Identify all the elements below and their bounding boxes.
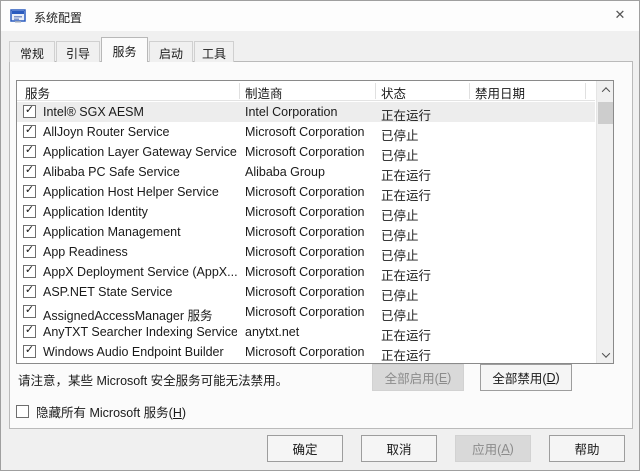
apply-button: 应用(A) bbox=[455, 435, 531, 462]
checkbox-checked-icon[interactable]: ✓ bbox=[23, 105, 36, 118]
tab-startup[interactable]: 启动 bbox=[149, 41, 193, 62]
service-name: AllJoyn Router Service bbox=[43, 125, 237, 139]
close-icon: ✕ bbox=[615, 7, 626, 23]
service-name: App Readiness bbox=[43, 245, 237, 259]
service-name: Application Host Helper Service bbox=[43, 185, 237, 199]
tab-bar: 常规 引导 服务 启动 工具 bbox=[9, 39, 235, 62]
chevron-down-icon bbox=[601, 349, 609, 357]
tab-boot[interactable]: 引导 bbox=[56, 41, 100, 62]
services-tab-page: 服务 制造商 状态 禁用日期 ✓ Intel® SGX AESM Intel C… bbox=[9, 61, 633, 429]
checkbox-checked-icon[interactable]: ✓ bbox=[23, 225, 36, 238]
checkbox-checked-icon[interactable]: ✓ bbox=[23, 245, 36, 258]
scroll-up-button[interactable] bbox=[597, 81, 614, 98]
service-manufacturer: Microsoft Corporation bbox=[245, 225, 373, 239]
service-manufacturer: Microsoft Corporation bbox=[245, 245, 373, 259]
ok-button[interactable]: 确定 bbox=[267, 435, 343, 462]
services-table: 服务 制造商 状态 禁用日期 ✓ Intel® SGX AESM Intel C… bbox=[16, 80, 614, 364]
column-divider[interactable] bbox=[239, 83, 240, 99]
msconfig-app-icon bbox=[10, 8, 26, 24]
service-row[interactable]: ✓ Windows Audio Endpoint Builder Microso… bbox=[17, 342, 595, 362]
service-name: Application Management bbox=[43, 225, 237, 239]
service-manufacturer: Microsoft Corporation bbox=[245, 265, 373, 279]
checkbox-unchecked-icon[interactable] bbox=[16, 405, 29, 418]
service-name: AnyTXT Searcher Indexing Service bbox=[43, 325, 237, 339]
service-row[interactable]: ✓ Alibaba PC Safe Service Alibaba Group … bbox=[17, 162, 595, 182]
service-row[interactable]: ✓ Intel® SGX AESM Intel Corporation 正在运行 bbox=[17, 102, 595, 122]
service-row[interactable]: ✓ AllJoyn Router Service Microsoft Corpo… bbox=[17, 122, 595, 142]
service-manufacturer: Microsoft Corporation bbox=[245, 125, 373, 139]
column-header-service[interactable]: 服务 bbox=[25, 83, 50, 102]
service-name: Alibaba PC Safe Service bbox=[43, 165, 237, 179]
checkbox-checked-icon[interactable]: ✓ bbox=[23, 345, 36, 358]
disable-all-button[interactable]: 全部禁用(D) bbox=[480, 364, 572, 391]
services-table-body: ✓ Intel® SGX AESM Intel Corporation 正在运行… bbox=[17, 102, 595, 363]
service-row[interactable]: ✓ Application Identity Microsoft Corpora… bbox=[17, 202, 595, 222]
column-header-status[interactable]: 状态 bbox=[381, 83, 406, 102]
hide-microsoft-services-checkbox[interactable]: 隐藏所有 Microsoft 服务(H) bbox=[16, 402, 186, 421]
close-button[interactable]: ✕ bbox=[601, 1, 639, 29]
scroll-down-button[interactable] bbox=[597, 346, 614, 363]
checkbox-checked-icon[interactable]: ✓ bbox=[23, 305, 36, 318]
vertical-scrollbar[interactable] bbox=[596, 81, 613, 363]
title-bar[interactable]: 系统配置 ✕ bbox=[1, 1, 639, 31]
service-row[interactable]: ✓ Application Layer Gateway Service Micr… bbox=[17, 142, 595, 162]
checkbox-checked-icon[interactable]: ✓ bbox=[23, 325, 36, 338]
service-row[interactable]: ✓ AppX Deployment Service (AppX... Micro… bbox=[17, 262, 595, 282]
cancel-button[interactable]: 取消 bbox=[361, 435, 437, 462]
service-row[interactable]: ✓ AssignedAccessManager 服务 Microsoft Cor… bbox=[17, 302, 595, 322]
service-name: Intel® SGX AESM bbox=[43, 105, 237, 119]
checkbox-checked-icon[interactable]: ✓ bbox=[23, 285, 36, 298]
service-name: ASP.NET State Service bbox=[43, 285, 237, 299]
checkbox-checked-icon[interactable]: ✓ bbox=[23, 145, 36, 158]
service-name: AppX Deployment Service (AppX... bbox=[43, 265, 237, 279]
checkbox-checked-icon[interactable]: ✓ bbox=[23, 125, 36, 138]
hide-microsoft-services-label: 隐藏所有 Microsoft 服务(H) bbox=[36, 402, 186, 421]
checkbox-checked-icon[interactable]: ✓ bbox=[23, 165, 36, 178]
service-row[interactable]: ✓ Application Management Microsoft Corpo… bbox=[17, 222, 595, 242]
help-button[interactable]: 帮助 bbox=[549, 435, 625, 462]
service-manufacturer: anytxt.net bbox=[245, 325, 373, 339]
system-configuration-window: 系统配置 ✕ 常规 引导 服务 启动 工具 服务 制造商 状态 禁用日期 ✓ I… bbox=[0, 0, 640, 471]
service-manufacturer: Microsoft Corporation bbox=[245, 345, 373, 359]
service-name: Application Layer Gateway Service bbox=[43, 145, 237, 159]
service-manufacturer: Microsoft Corporation bbox=[245, 185, 373, 199]
column-divider[interactable] bbox=[375, 83, 376, 99]
checkbox-checked-icon[interactable]: ✓ bbox=[23, 185, 36, 198]
checkbox-checked-icon[interactable]: ✓ bbox=[23, 205, 36, 218]
service-name: Application Identity bbox=[43, 205, 237, 219]
services-table-header: 服务 制造商 状态 禁用日期 bbox=[17, 81, 595, 101]
service-manufacturer: Microsoft Corporation bbox=[245, 145, 373, 159]
service-manufacturer: Intel Corporation bbox=[245, 105, 373, 119]
window-title: 系统配置 bbox=[34, 9, 82, 26]
tab-general[interactable]: 常规 bbox=[9, 41, 55, 62]
service-manufacturer: Alibaba Group bbox=[245, 165, 373, 179]
service-status: 正在运行 bbox=[381, 345, 469, 363]
service-manufacturer: Microsoft Corporation bbox=[245, 305, 373, 319]
tab-tools[interactable]: 工具 bbox=[194, 41, 234, 62]
service-name: Windows Audio Endpoint Builder bbox=[43, 345, 237, 359]
enable-all-button: 全部启用(E) bbox=[372, 364, 464, 391]
column-divider[interactable] bbox=[585, 83, 586, 99]
note-text: 请注意，某些 Microsoft 安全服务可能无法禁用。 bbox=[18, 370, 288, 389]
service-row[interactable]: ✓ AnyTXT Searcher Indexing Service anytx… bbox=[17, 322, 595, 342]
tab-services[interactable]: 服务 bbox=[101, 37, 148, 62]
column-header-manufacturer[interactable]: 制造商 bbox=[245, 83, 283, 102]
service-row[interactable]: ✓ Application Host Helper Service Micros… bbox=[17, 182, 595, 202]
column-divider[interactable] bbox=[469, 83, 470, 99]
service-manufacturer: Microsoft Corporation bbox=[245, 285, 373, 299]
chevron-up-icon bbox=[601, 87, 609, 95]
checkbox-checked-icon[interactable]: ✓ bbox=[23, 265, 36, 278]
service-row[interactable]: ✓ ASP.NET State Service Microsoft Corpor… bbox=[17, 282, 595, 302]
scrollbar-thumb[interactable] bbox=[598, 102, 613, 124]
service-manufacturer: Microsoft Corporation bbox=[245, 205, 373, 219]
service-row[interactable]: ✓ App Readiness Microsoft Corporation 已停… bbox=[17, 242, 595, 262]
column-header-disabled-date[interactable]: 禁用日期 bbox=[475, 83, 525, 102]
